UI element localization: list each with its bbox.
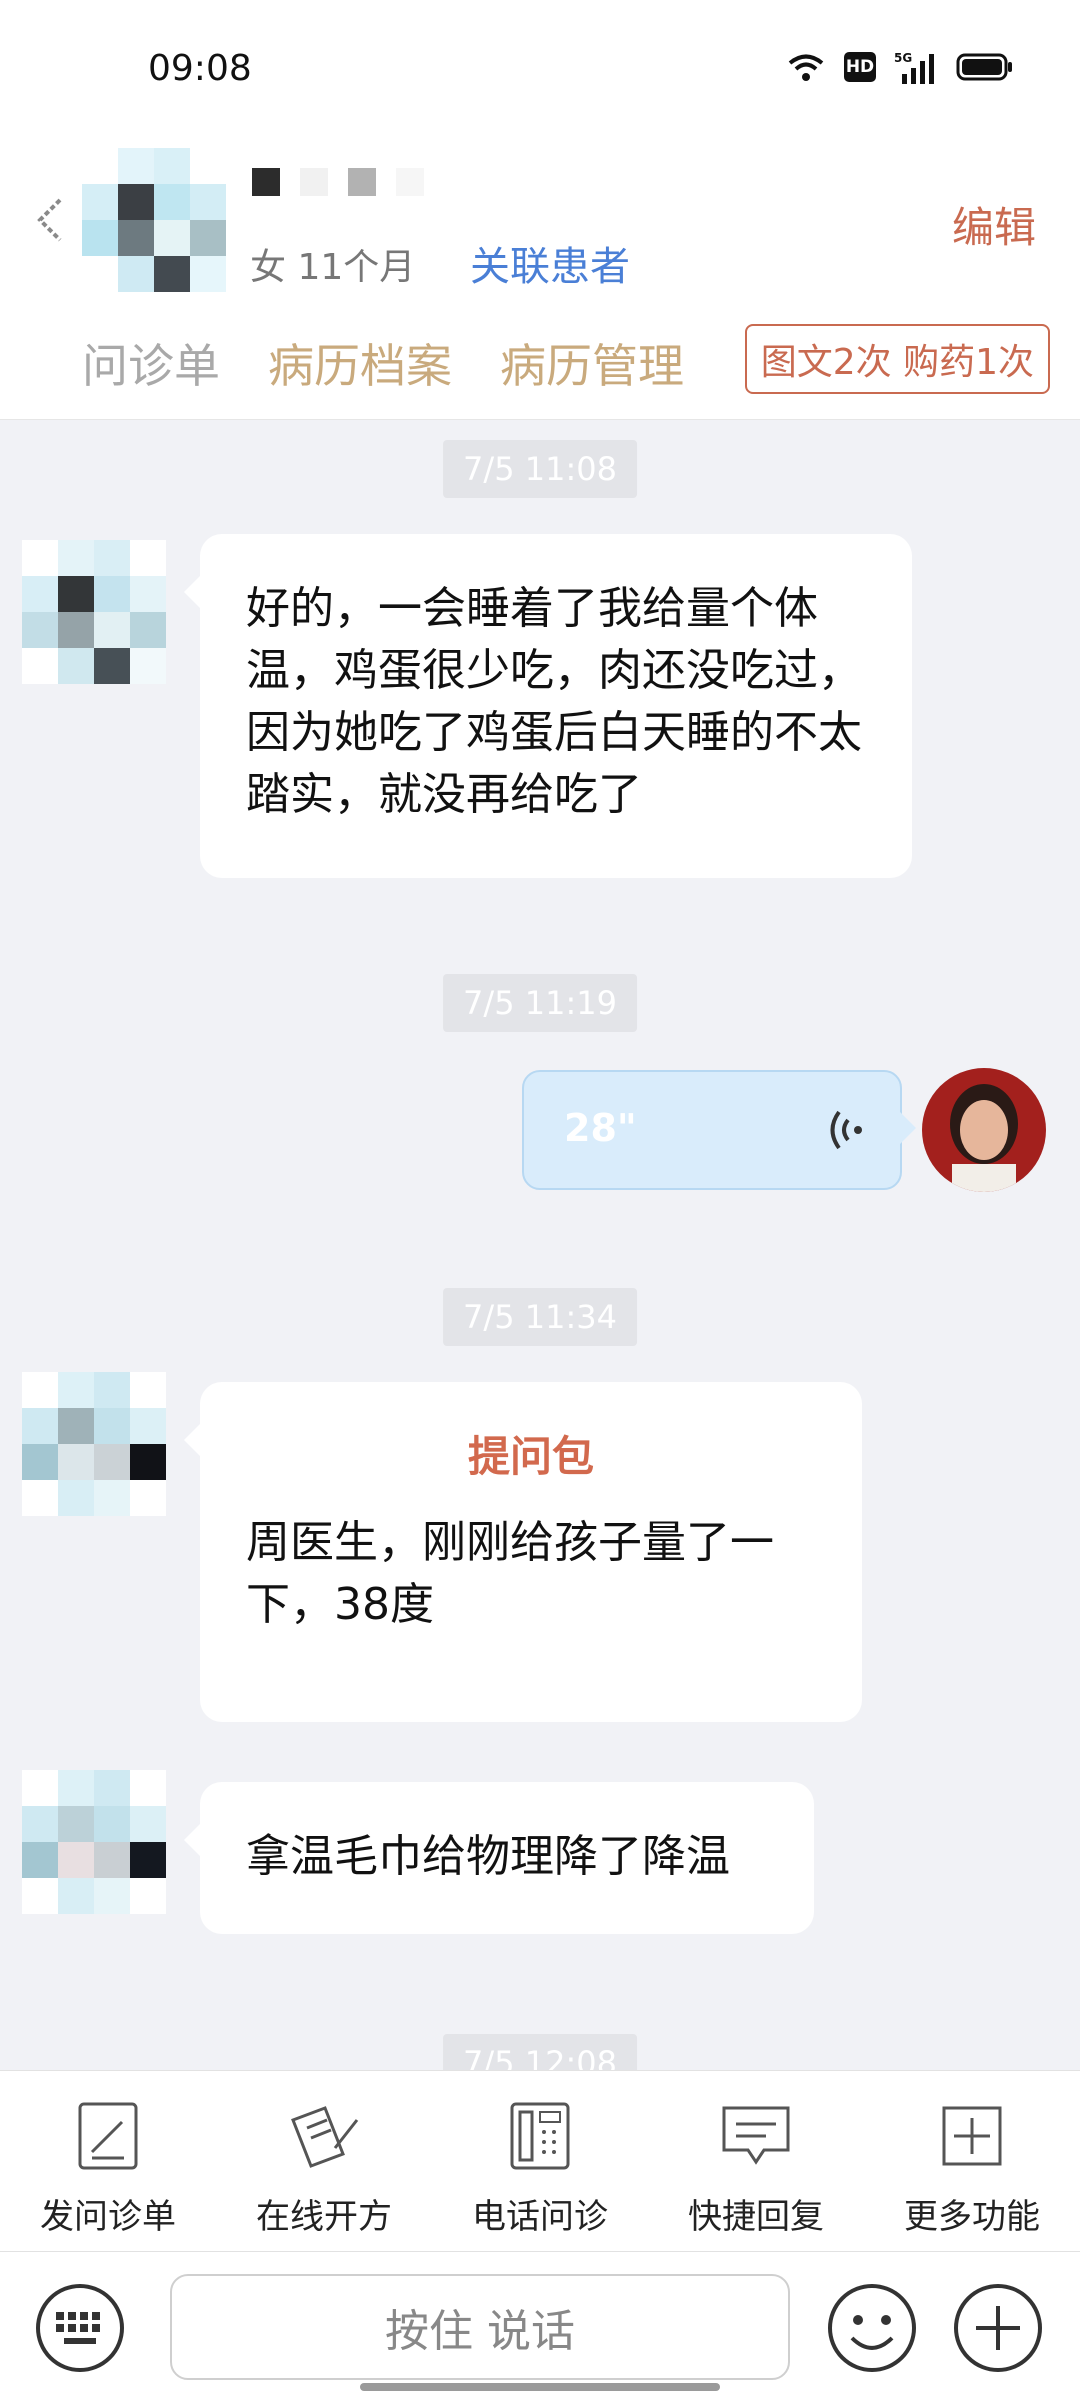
link-patient-button[interactable]: 关联患者 (470, 234, 630, 292)
battery-icon (956, 52, 1014, 82)
patient-avatar[interactable] (82, 148, 226, 292)
voice-message-bubble[interactable]: 28" (522, 1070, 916, 1190)
chat-header: 09:08 HD 5G 女 11个月 关联患者 编辑 问诊单 病历档案 病历管理… (0, 0, 1080, 420)
smiley-icon (828, 2284, 916, 2372)
question-package-bubble[interactable]: 提问包 周医生，刚刚给孩子量了一下，38度 (184, 1382, 862, 1722)
voice-wave-icon (826, 1106, 866, 1158)
input-bar: 按住 说话 (0, 2252, 1080, 2400)
add-attachment-button[interactable] (952, 2282, 1044, 2374)
service-quota-badge[interactable]: 图文2次 购药1次 (744, 324, 1050, 394)
back-button[interactable] (30, 190, 70, 250)
form-icon (69, 2097, 147, 2175)
patient-message-bubble[interactable]: 拿温毛巾给物理降了降温 (184, 1782, 814, 1934)
online-prescription-button[interactable]: 在线开方 (216, 2071, 432, 2251)
quick-reply-icon (717, 2097, 795, 2175)
tab-consultation-form[interactable]: 问诊单 (82, 330, 220, 396)
prescription-icon (285, 2097, 363, 2175)
tool-label: 发问诊单 (40, 2197, 176, 2237)
svg-text:5G: 5G (894, 51, 912, 65)
patient-message-bubble[interactable]: 好的，一会睡着了我给量个体温，鸡蛋很少吃，肉还没吃过，因为她吃了鸡蛋后白天睡的不… (184, 534, 912, 878)
question-package-title: 提问包 (467, 1432, 594, 1481)
phone-icon (501, 2097, 579, 2175)
back-arrow-icon (37, 198, 62, 242)
message-text: 好的，一会睡着了我给量个体温，鸡蛋很少吃，肉还没吃过，因为她吃了鸡蛋后白天睡的不… (246, 583, 862, 820)
message-timestamp: 7/5 11:08 (443, 440, 637, 498)
status-time: 09:08 (148, 48, 252, 89)
home-indicator (360, 2383, 720, 2391)
message-text: 周医生，刚刚给孩子量了一下，38度 (246, 1517, 774, 1630)
hd-badge: HD (844, 52, 876, 82)
message-timestamp: 7/5 11:19 (443, 974, 637, 1032)
quick-reply-button[interactable]: 快捷回复 (648, 2071, 864, 2251)
patient-avatar-small[interactable] (22, 1770, 166, 1914)
send-form-button[interactable]: 发问诊单 (0, 2071, 216, 2251)
patient-avatar-small[interactable] (22, 540, 166, 684)
emoji-button[interactable] (826, 2282, 918, 2374)
doctor-avatar[interactable] (922, 1068, 1046, 1192)
plus-icon (954, 2284, 1042, 2372)
message-timestamp: 7/5 11:34 (443, 1288, 637, 1346)
record-tabs: 问诊单 病历档案 病历管理 (82, 330, 684, 396)
message-text: 拿温毛巾给物理降了降温 (246, 1831, 730, 1882)
patient-avatar-small[interactable] (22, 1372, 166, 1516)
keyboard-toggle-button[interactable] (34, 2282, 126, 2374)
status-icons: HD 5G (786, 50, 1014, 84)
phone-consult-button[interactable]: 电话问诊 (432, 2071, 648, 2251)
signal-5g-icon: 5G (894, 50, 938, 84)
patient-name-redacted (252, 168, 424, 196)
tool-label: 在线开方 (256, 2197, 392, 2237)
edit-button[interactable]: 编辑 (952, 194, 1036, 255)
more-functions-button[interactable]: 更多功能 (864, 2071, 1080, 2251)
tool-label: 更多功能 (904, 2197, 1040, 2237)
tool-label: 电话问诊 (472, 2197, 608, 2237)
tab-medical-archive[interactable]: 病历档案 (268, 330, 452, 396)
hold-to-talk-button[interactable]: 按住 说话 (170, 2274, 790, 2380)
voice-duration: 28" (564, 1106, 637, 1150)
tool-label: 快捷回复 (688, 2197, 824, 2237)
wifi-icon (786, 52, 826, 82)
tab-record-management[interactable]: 病历管理 (500, 330, 684, 396)
patient-meta: 女 11个月 (250, 247, 416, 288)
function-toolbar: 发问诊单 在线开方 电话问诊 快捷回复 更多功能 (0, 2070, 1080, 2252)
more-icon (933, 2097, 1011, 2175)
keyboard-icon (36, 2284, 124, 2372)
